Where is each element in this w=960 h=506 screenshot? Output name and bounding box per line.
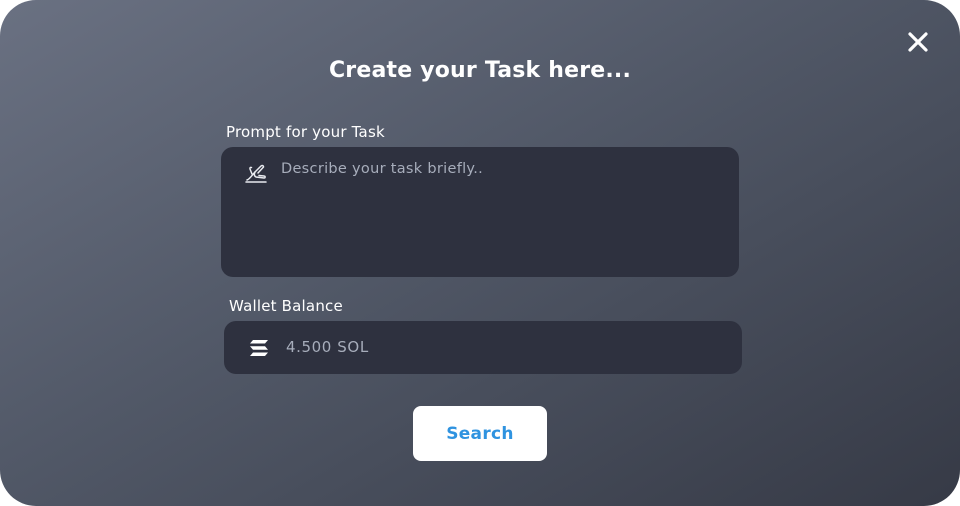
modal-title: Create your Task here... (328, 58, 632, 83)
solana-icon (250, 340, 268, 356)
close-icon (908, 32, 928, 52)
wallet-balance-value: 4.500 SOL (286, 338, 369, 356)
close-button[interactable] (903, 27, 933, 57)
wallet-balance-field: 4.500 SOL (224, 321, 742, 374)
search-button[interactable]: Search (413, 406, 547, 461)
prompt-field[interactable] (221, 147, 739, 277)
prompt-label: Prompt for your Task (226, 123, 385, 141)
wallet-balance-label: Wallet Balance (229, 297, 343, 315)
create-task-modal: Create your Task here... Prompt for your… (0, 0, 960, 506)
prompt-input[interactable] (281, 161, 721, 261)
writing-hand-icon (245, 164, 267, 183)
